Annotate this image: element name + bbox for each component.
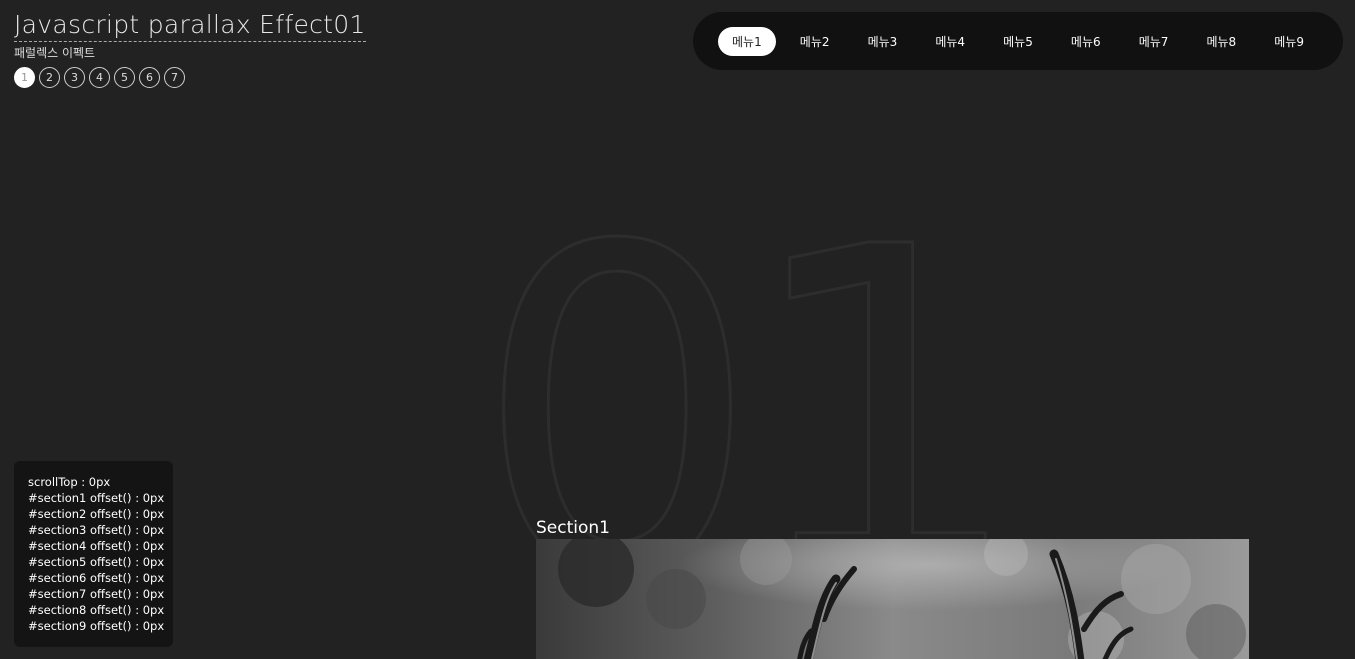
section-image	[536, 539, 1249, 659]
section3-offset: #section3 offset() : 0px	[28, 523, 165, 537]
section1-offset: #section1 offset() : 0px	[28, 491, 165, 505]
nav-item-7[interactable]: 메뉴7	[1125, 27, 1183, 56]
page-title[interactable]: Javascript parallax Effect01	[14, 10, 366, 42]
nav-item-4[interactable]: 메뉴4	[921, 27, 979, 56]
pager-link-7[interactable]: 7	[164, 67, 185, 88]
effect-pager: 1 2 3 4 5 6 7	[14, 67, 366, 88]
nav-item-1[interactable]: 메뉴1	[718, 26, 776, 56]
pager-link-6[interactable]: 6	[139, 67, 160, 88]
nav-item-8[interactable]: 메뉴8	[1192, 27, 1250, 56]
section7-offset: #section7 offset() : 0px	[28, 587, 165, 601]
nav-item-6[interactable]: 메뉴6	[1057, 27, 1115, 56]
nav-item-9[interactable]: 메뉴9	[1260, 27, 1318, 56]
section-nav: 메뉴1 메뉴2 메뉴3 메뉴4 메뉴5 메뉴6 메뉴7 메뉴8 메뉴9	[693, 12, 1343, 70]
pager-link-4[interactable]: 4	[89, 67, 110, 88]
section8-offset: #section8 offset() : 0px	[28, 603, 165, 617]
section9-offset: #section9 offset() : 0px	[28, 619, 165, 633]
header: Javascript parallax Effect01 패럴렉스 이펙트 1 …	[14, 10, 366, 88]
page-subtitle: 패럴렉스 이펙트	[14, 46, 96, 60]
scroll-info-panel: scrollTop : 0px #section1 offset() : 0px…	[14, 461, 173, 647]
pager-link-1[interactable]: 1	[14, 67, 35, 88]
pager-link-5[interactable]: 5	[114, 67, 135, 88]
pager-link-2[interactable]: 2	[39, 67, 60, 88]
nav-item-3[interactable]: 메뉴3	[854, 27, 912, 56]
section5-offset: #section5 offset() : 0px	[28, 555, 165, 569]
nav-item-2[interactable]: 메뉴2	[786, 27, 844, 56]
pager-link-3[interactable]: 3	[64, 67, 85, 88]
section6-offset: #section6 offset() : 0px	[28, 571, 165, 585]
section4-offset: #section4 offset() : 0px	[28, 539, 165, 553]
deer-photo-image	[536, 539, 1249, 659]
scrolltop-readout: scrollTop : 0px	[28, 475, 111, 489]
nav-item-5[interactable]: 메뉴5	[989, 27, 1047, 56]
section2-offset: #section2 offset() : 0px	[28, 507, 165, 521]
page: 01 Javascript parallax Effect01 패럴렉스 이펙트…	[0, 0, 1355, 659]
section-title: Section1	[536, 518, 610, 538]
